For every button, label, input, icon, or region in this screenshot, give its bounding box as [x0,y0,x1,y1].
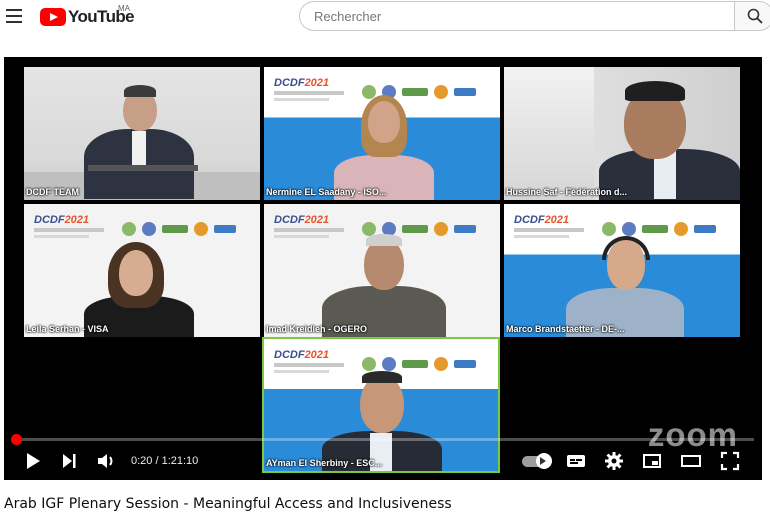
autoplay-toggle[interactable] [522,453,552,469]
theater-mode-button[interactable] [680,451,702,476]
autoplay-play-icon [540,457,546,465]
skip-next-icon [63,454,76,468]
dcdf-banner: DCDF2021 [34,210,250,246]
participant-name: Hussine Saf - Fédération d... [506,187,628,197]
volume-icon [98,454,113,468]
participant-name: Imad Kreidieh - OGERO [266,324,368,334]
play-button[interactable] [24,451,42,476]
dcdf-logo: DCDF2021 [274,214,330,226]
settings-button[interactable] [604,451,624,476]
participant-name: DCDF TEAM [26,187,79,197]
fullscreen-button[interactable] [720,451,740,476]
subtitles-button[interactable] [566,451,586,476]
participant-name: Leila Serhan - VISA [26,324,109,334]
dcdf-logo: DCDF2021 [274,77,330,89]
video-title: Arab IGF Plenary Session - Meaningful Ac… [4,496,452,512]
participant-tile[interactable]: DCDF2021 Leila Serhan - VISA [24,204,260,337]
play-icon [27,453,40,469]
miniplayer-button[interactable] [642,451,662,476]
participant-tile[interactable]: DCDF2021 Marco Brandstaetter - DE-... [504,204,740,337]
video-player[interactable]: DCDF TEAM DCDF2021 Nermine EL Saadany - … [4,57,762,480]
country-code: MA [118,4,130,13]
participant-name: Nermine EL Saadany - ISO... [266,187,387,197]
player-controls: 0:20 / 1:21:10 [4,447,762,477]
participant-tile[interactable]: Hussine Saf - Fédération d... [504,67,740,200]
search-input[interactable] [300,2,734,30]
gear-icon [605,452,623,470]
search-icon [747,8,763,24]
masthead: YouTube MA [0,0,770,36]
dcdf-logo: DCDF2021 [274,349,330,361]
youtube-play-icon [40,8,66,26]
time-display: 0:20 / 1:21:10 [131,455,199,467]
hamburger-menu-icon[interactable] [6,9,24,23]
participant-tile[interactable]: DCDF TEAM [24,67,260,200]
subtitles-icon [567,455,585,467]
progress-bar[interactable] [11,434,754,445]
search-box [299,1,734,31]
next-button[interactable] [60,451,78,476]
volume-button[interactable] [96,451,118,476]
theater-mode-icon [681,455,701,467]
progress-scrubber[interactable] [11,434,22,445]
participant-tile[interactable]: DCDF2021 Imad Kreidieh - OGERO [264,204,500,337]
participant-name: Marco Brandstaetter - DE-... [506,324,625,334]
participant-tile[interactable]: DCDF2021 Nermine EL Saadany - ISO... [264,67,500,200]
time-total: 1:21:10 [161,455,199,467]
fullscreen-icon [720,451,740,471]
miniplayer-icon [643,454,661,468]
time-current: 0:20 [131,455,153,467]
dcdf-logo: DCDF2021 [514,214,570,226]
dcdf-logo: DCDF2021 [34,214,90,226]
search-button[interactable] [734,1,770,31]
